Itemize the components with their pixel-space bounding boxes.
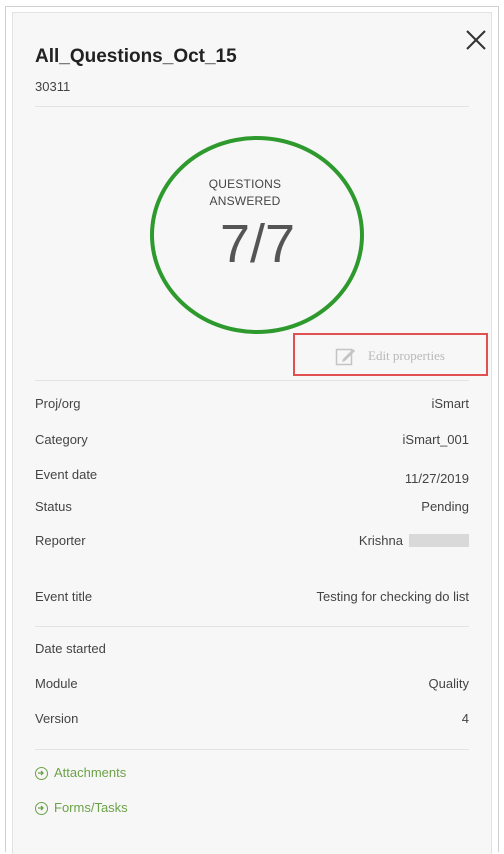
property-row-category: Category iSmart_001 bbox=[35, 432, 469, 452]
header-divider bbox=[35, 106, 469, 107]
detail-row-date-started: Date started bbox=[35, 641, 469, 661]
detail-row-module: Module Quality bbox=[35, 676, 469, 696]
forms-tasks-label: Forms/Tasks bbox=[54, 800, 128, 815]
detail-key: Version bbox=[35, 711, 79, 726]
property-value: Pending bbox=[421, 499, 469, 514]
property-row-event-title: Event title Testing for checking do list bbox=[35, 589, 469, 609]
property-key: Status bbox=[35, 499, 72, 514]
property-key: Event date bbox=[35, 467, 98, 482]
attachments-label: Attachments bbox=[54, 765, 127, 780]
detail-key: Module bbox=[35, 676, 78, 691]
detail-key: Date started bbox=[35, 641, 106, 656]
questions-answered-value: 7/7 bbox=[219, 214, 296, 274]
property-value: 11/27/2019 bbox=[404, 471, 469, 486]
property-row-event-date: Event date 11/27/2019 bbox=[35, 467, 469, 487]
panel-title: All_Questions_Oct_15 bbox=[35, 46, 237, 67]
edit-properties-label: Edit properties bbox=[368, 348, 445, 363]
property-row-reporter: Reporter Krishna bbox=[35, 533, 469, 553]
arrow-circle-icon bbox=[35, 802, 48, 815]
property-key: Category bbox=[35, 432, 88, 447]
properties-divider bbox=[35, 380, 469, 381]
property-row-status: Status Pending bbox=[35, 499, 469, 519]
property-key: Reporter bbox=[35, 533, 86, 548]
property-key: Event title bbox=[35, 589, 93, 604]
property-value: Testing for checking do list bbox=[316, 589, 469, 604]
edit-icon bbox=[335, 348, 355, 366]
property-value: Krishna bbox=[358, 533, 403, 548]
property-row-proj-org: Proj/org iSmart bbox=[35, 396, 469, 416]
detail-row-version: Version 4 bbox=[35, 711, 469, 731]
detail-value: 4 bbox=[461, 711, 469, 726]
forms-tasks-link[interactable]: Forms/Tasks bbox=[35, 800, 128, 815]
close-icon[interactable] bbox=[462, 26, 490, 54]
property-value: iSmart bbox=[431, 396, 469, 411]
redacted-block bbox=[409, 534, 469, 547]
property-value: iSmart_001 bbox=[402, 432, 469, 447]
attachments-link[interactable]: Attachments bbox=[35, 765, 126, 780]
links-divider bbox=[35, 749, 469, 750]
details-divider bbox=[35, 626, 469, 627]
detail-value: Quality bbox=[428, 676, 469, 691]
questions-answered-label: QUESTIONS ANSWERED bbox=[208, 177, 282, 208]
record-id: 30311 bbox=[35, 79, 71, 94]
property-value-wrapper: Krishna bbox=[359, 533, 469, 548]
arrow-circle-icon bbox=[35, 767, 48, 780]
property-key: Proj/org bbox=[35, 396, 81, 411]
